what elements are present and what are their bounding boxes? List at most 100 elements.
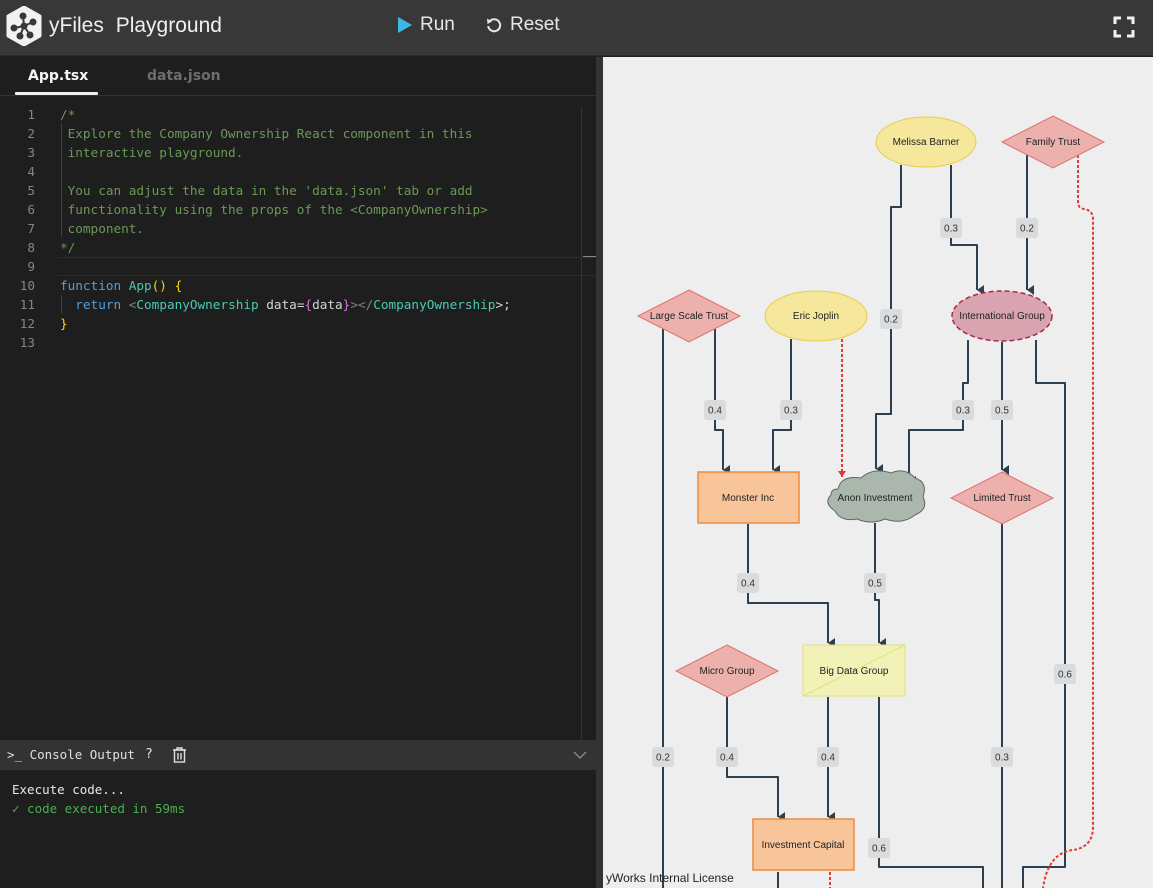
node-eric-joplin: Eric Joplin (764, 290, 868, 342)
chevron-down-icon[interactable] (572, 749, 588, 761)
tab-app-tsx[interactable]: App.tsx (28, 68, 88, 84)
code-line: 12} (0, 314, 580, 333)
edge-label: 0.5 (864, 573, 886, 593)
line-number: 4 (27, 164, 35, 179)
edge-label-value: 0.3 (784, 406, 798, 417)
license-text: yWorks Internal License (606, 871, 734, 885)
code-text: functionality using the props of the <Co… (60, 202, 488, 217)
edge-label: 0.4 (704, 400, 726, 420)
code-line: 13 (0, 333, 580, 352)
top-bar: yFiles Playground Run Reset (0, 0, 1153, 56)
console-header: >_ Console Output ? (0, 740, 596, 770)
code-text: component. (60, 221, 145, 236)
function-name: App (128, 278, 152, 293)
edge-label-value: 0.6 (872, 844, 886, 855)
keyword: return (75, 297, 122, 312)
edge-label: 0.4 (737, 573, 759, 593)
edge-label-value: 0.4 (720, 753, 734, 764)
reset-button[interactable]: Reset (486, 14, 560, 36)
node-micro-group: Micro Group (674, 644, 780, 698)
edge-label: 0.4 (716, 747, 738, 767)
code-line: 11 return <CompanyOwnership data={data}>… (0, 295, 580, 314)
edge-intl-right (1022, 340, 1066, 888)
code-line: 6 functionality using the props of the <… (0, 200, 580, 219)
node-label: Limited Trust (973, 493, 1030, 504)
reset-label: Reset (510, 14, 560, 35)
edge-label-value: 0.2 (1020, 224, 1034, 235)
code-line: 8 */ (0, 238, 580, 257)
console-output: Execute code... ✓ code executed in 59ms (12, 780, 185, 818)
code-line: 4 (0, 162, 580, 181)
line-number: 3 (27, 145, 35, 160)
help-icon[interactable]: ? (145, 747, 153, 762)
edge-label: 0.3 (940, 218, 962, 238)
edge-label-value: 0.5 (995, 406, 1009, 417)
code-line: 10 function App() { (0, 276, 580, 295)
line-number: 7 (27, 221, 35, 236)
fullscreen-icon[interactable] (1113, 16, 1135, 38)
edge-label-value: 0.2 (884, 315, 898, 326)
tab-data-json[interactable]: data.json (147, 68, 221, 84)
code-area[interactable]: 1 /* 2 Explore the Company Ownership Reac… (0, 105, 580, 352)
code-text: Explore the Company Ownership React comp… (60, 126, 473, 141)
line-number: 5 (27, 183, 35, 198)
line-number: 10 (19, 278, 35, 293)
node-label: International Group (959, 311, 1045, 322)
node-limited-trust: Limited Trust (949, 471, 1055, 525)
node-big-data-group: Big Data Group (802, 644, 906, 697)
edge-label: 0.3 (952, 400, 974, 420)
edge-label: 0.4 (817, 747, 839, 767)
run-button[interactable]: Run (398, 14, 455, 36)
console-line: Execute code... (12, 782, 125, 797)
edge-label-value: 0.5 (868, 579, 882, 590)
code-text: interactive playground. (60, 145, 244, 160)
jsx-tag: CompanyOwnership (373, 297, 496, 312)
edge-label-value: 0.3 (944, 224, 958, 235)
node-large-scale-trust: Large Scale Trust (636, 289, 742, 343)
line-number: 2 (27, 126, 35, 141)
code-text: /* (60, 107, 76, 122)
node-melissa-barner: Melissa Barner (875, 116, 977, 168)
console-title: >_ Console Output (7, 747, 135, 762)
code-editor-panel: App.tsx data.json 1 /* 2 Explore the Comp… (0, 57, 596, 740)
run-label: Run (420, 14, 455, 35)
editor-scrollbar[interactable] (581, 107, 595, 740)
code-text: */ (60, 240, 76, 255)
yfiles-logo-icon (6, 6, 42, 46)
edge-label: 0.6 (868, 838, 890, 858)
trash-icon[interactable] (172, 747, 187, 763)
editor-tabs: App.tsx data.json (0, 57, 596, 96)
paren: () (151, 278, 167, 293)
node-label: Melissa Barner (893, 137, 960, 148)
pane-splitter[interactable] (596, 57, 603, 888)
console-panel: >_ Console Output ? Execute code... ✓ co… (0, 740, 596, 888)
line-number: 1 (27, 107, 35, 122)
graph-canvas[interactable]: 0.3 0.2 0.2 0.4 0.3 0.3 0.5 0.4 0.5 0.6 0.2 0.4 0.4 0… (603, 57, 1153, 888)
brand-name: yFiles (49, 14, 104, 37)
scrollbar-cursor-marker (583, 256, 596, 257)
node-monster-inc: Monster Inc (697, 471, 800, 524)
code-text: You can adjust the data in the 'data.jso… (60, 183, 473, 198)
jsx-attr: data= (258, 297, 305, 312)
code-line: 7 component. (0, 219, 580, 238)
node-label: Family Trust (1026, 137, 1081, 148)
node-international-group: International Group (951, 290, 1053, 342)
code-line: 2 Explore the Company Ownership React co… (0, 124, 580, 143)
code-line: 5 You can adjust the data in the 'data.j… (0, 181, 580, 200)
edge-family-dashed (1042, 155, 1094, 888)
edge-bigdata-down (878, 697, 984, 888)
line-number: 8 (27, 240, 35, 255)
punct: ></ (350, 297, 374, 312)
edge-label-value: 0.3 (956, 406, 970, 417)
ownership-graph[interactable]: 0.3 0.2 0.2 0.4 0.3 0.3 0.5 0.4 0.5 0.6 0.2 0.4 0.4 0… (603, 57, 1153, 888)
jsx-tag: CompanyOwnership (136, 297, 259, 312)
node-label: Large Scale Trust (650, 311, 729, 322)
edge-label: 0.5 (991, 400, 1013, 420)
brand-product: Playground (115, 14, 222, 37)
code-line: 1 /* (0, 105, 580, 124)
node-label: Eric Joplin (793, 311, 839, 322)
edge-label-value: 0.4 (741, 579, 755, 590)
edge-label: 0.3 (991, 747, 1013, 767)
node-label: Monster Inc (722, 493, 774, 504)
edge-label-value: 0.2 (656, 753, 670, 764)
